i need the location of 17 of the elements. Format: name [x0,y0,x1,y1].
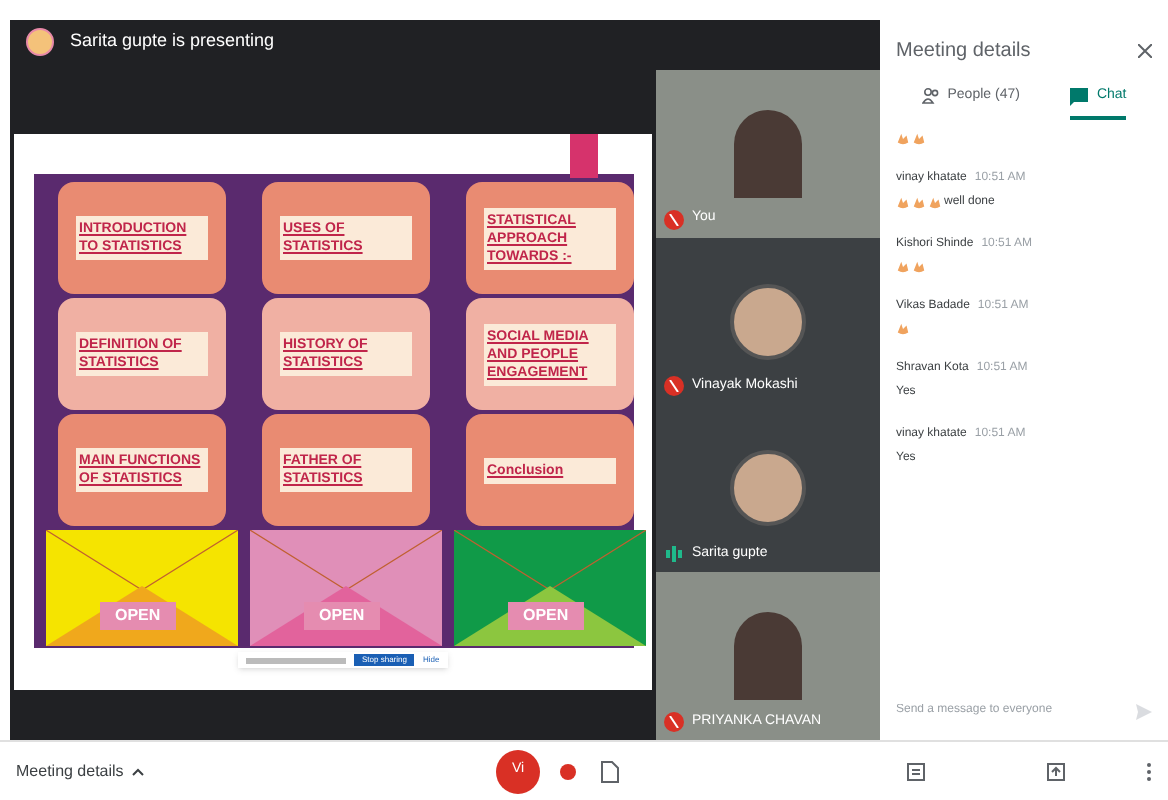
present-icon[interactable] [1046,761,1066,781]
ribbon-drawing [570,134,598,178]
person-silhouette-icon [734,109,802,198]
avatar-icon [26,28,54,56]
captions-icon[interactable] [906,761,926,781]
chat-icon [1070,87,1089,106]
share-notice-drawing [246,657,346,663]
document-icon[interactable] [600,759,620,783]
more-icon[interactable] [1146,761,1152,781]
chevron-up-icon [131,767,144,775]
presenter-text: Sarita gupte is presenting [70,28,275,54]
close-icon [1138,44,1152,58]
people-icon [921,88,940,105]
person-silhouette-icon [734,612,802,701]
close-button[interactable] [1138,44,1152,58]
panel-title: Meeting details [896,38,1031,66]
meeting-details-button[interactable]: Meeting details [16,759,496,783]
